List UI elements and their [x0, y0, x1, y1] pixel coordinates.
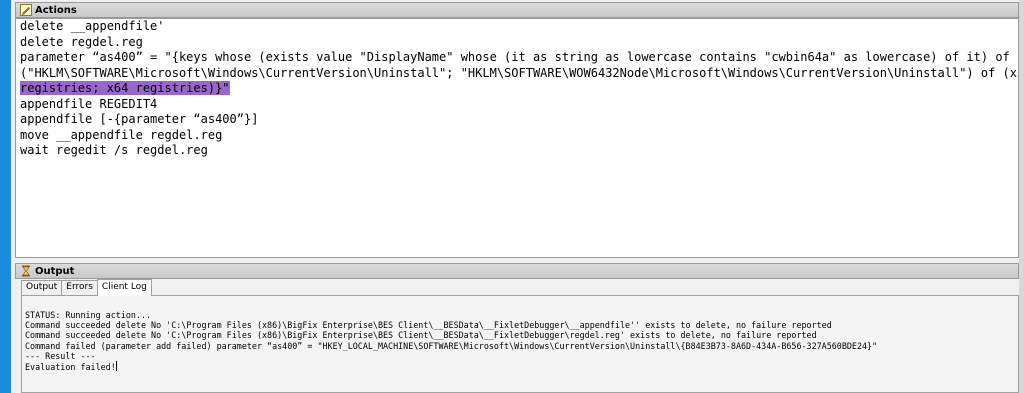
log-line: Command failed (parameter add failed) pa…: [25, 340, 878, 351]
log-result-text: Evaluation failed!: [25, 362, 116, 373]
actions-panel-title: Actions: [35, 4, 77, 16]
selected-text: registries; x64 registries)}": [20, 81, 230, 95]
output-panel-header: Output: [15, 263, 1019, 279]
right-edge: [1019, 0, 1024, 393]
action-line: wait regedit /s regdel.reg: [20, 143, 208, 157]
tab-errors[interactable]: Errors: [61, 280, 98, 295]
output-panel-title: Output: [35, 265, 75, 277]
pencil-icon: [20, 4, 32, 16]
action-line: delete __appendfile': [20, 19, 165, 33]
client-log-output[interactable]: STATUS: Running action... Command succee…: [21, 295, 1019, 393]
action-line: appendfile REGEDIT4: [20, 96, 158, 111]
log-line: STATUS: Running action...: [25, 310, 152, 320]
action-line: move __appendfile regdel.reg: [20, 127, 223, 142]
text-caret: [115, 361, 117, 372]
action-line-selected: registries; x64 registries)}": [20, 81, 1018, 97]
action-line: parameter “as400” = "{keys whose (exists…: [20, 50, 1019, 64]
log-line: --- Result ---: [25, 350, 96, 361]
hourglass-icon: [20, 265, 32, 277]
left-accent-bar: [0, 0, 11, 393]
action-line: delete regdel.reg: [20, 34, 143, 49]
tab-output[interactable]: Output: [21, 280, 63, 295]
log-line: Command succeeded delete No 'C:\Program …: [25, 330, 817, 341]
actions-panel-header: Actions: [15, 2, 1019, 18]
app-window: Actions delete __appendfile' delete regd…: [0, 0, 1024, 393]
log-line-last: Evaluation failed!: [25, 361, 1015, 372]
log-line: Command succeeded delete No 'C:\Program …: [25, 320, 832, 331]
output-tabs: Output Errors Client Log: [21, 279, 152, 296]
action-line: ("HKLM\SOFTWARE\Microsoft\Windows\Curren…: [20, 65, 1019, 80]
action-line: appendfile [-{parameter “as400”}]: [20, 112, 259, 126]
actions-editor[interactable]: delete __appendfile' delete regdel.reg p…: [15, 18, 1019, 258]
tab-client-log[interactable]: Client Log: [96, 279, 152, 296]
